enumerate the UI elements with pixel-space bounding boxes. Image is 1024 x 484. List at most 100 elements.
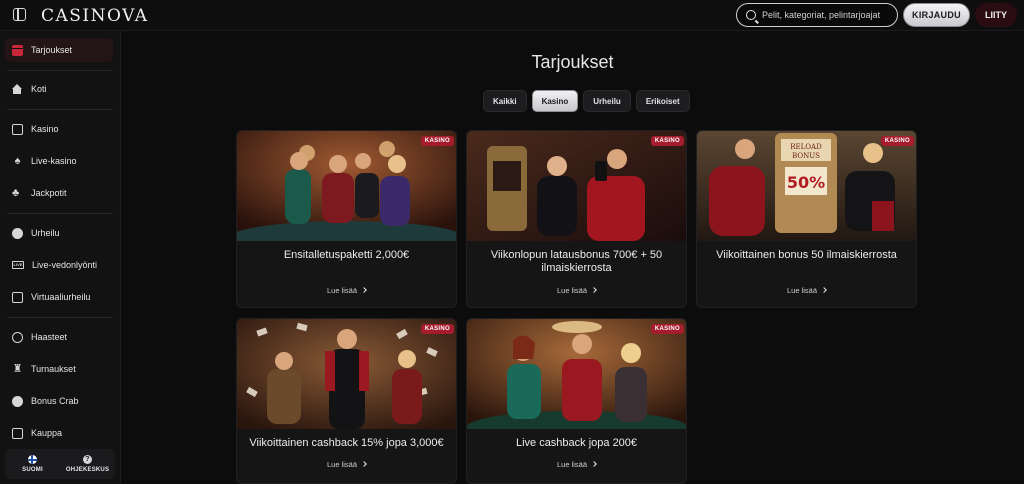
read-more-link[interactable]: Lue lisää: [467, 286, 686, 295]
sidebar-footer: SUOMI ? OHJEKESKUS: [5, 449, 115, 479]
help-icon: ?: [83, 455, 92, 464]
promo-image: RELOAD BONUS 50% KASINO: [697, 131, 916, 241]
tab-erikoiset[interactable]: Erikoiset: [635, 90, 690, 112]
promo-image: KASINO: [467, 131, 686, 241]
sidebar-item-label: Live-vedonlyönti: [32, 260, 98, 270]
sidebar-item-label: Kasino: [31, 124, 59, 134]
sidebar-item-label: Kauppa: [31, 428, 63, 438]
promo-image: KASINO: [467, 319, 686, 429]
sidebar-item-turnaukset[interactable]: ♜ Turnaukset: [5, 357, 113, 381]
sidebar-item-live-kasino[interactable]: ♠ Live-kasino: [5, 149, 113, 173]
reload-text: RELOAD: [790, 143, 822, 151]
page-title: Tarjoukset: [531, 52, 614, 72]
read-more-link[interactable]: Lue lisää: [237, 460, 456, 469]
fifty-percent-text: 50%: [787, 173, 825, 192]
read-more-label: Lue lisää: [326, 286, 358, 295]
sidebar-toggle-icon[interactable]: [13, 8, 26, 21]
slot-machine-icon: [12, 123, 23, 135]
sidebar-item-kasino[interactable]: Kasino: [5, 117, 113, 141]
read-more-label: Lue lisää: [556, 460, 588, 469]
sidebar-item-virtuaaliurheilu[interactable]: Virtuaaliurheilu: [5, 285, 113, 309]
category-badge: KASINO: [650, 324, 684, 334]
promo-image: KASINO: [237, 131, 456, 241]
sidebar-item-label: Bonus Crab: [31, 396, 79, 406]
soccer-ball-icon: [12, 227, 23, 239]
login-button[interactable]: KIRJAUDU: [903, 3, 970, 27]
chevron-right-icon: [591, 287, 597, 293]
search-icon: [746, 10, 756, 20]
category-badge: KASINO: [880, 136, 914, 146]
sidebar-item-label: Turnaukset: [31, 364, 76, 374]
finland-flag-icon: [28, 455, 37, 464]
search-box[interactable]: [736, 3, 898, 27]
join-button[interactable]: LIITY: [975, 3, 1017, 27]
virtual-sports-icon: [12, 291, 23, 303]
casinova-logo[interactable]: CASINOVA: [41, 6, 149, 26]
sidebar-item-jackpotit[interactable]: ♣ Jackpotit: [5, 181, 113, 205]
read-more-label: Lue lisää: [326, 460, 358, 469]
read-more-link[interactable]: Lue lisää: [237, 286, 456, 295]
sidebar-item-label: Haasteet: [31, 332, 68, 342]
sidebar-item-haasteet[interactable]: Haasteet: [5, 325, 113, 349]
sidebar-divider: [7, 213, 113, 214]
read-more-link[interactable]: Lue lisää: [467, 460, 686, 469]
sidebar-item-live-vedonlyonti[interactable]: LIVE Live-vedonlyönti: [5, 253, 113, 277]
clover-icon: ♣: [12, 186, 20, 199]
sidebar-item-kauppa[interactable]: Kauppa: [5, 421, 113, 445]
sidebar-item-bonus-crab[interactable]: Bonus Crab: [5, 389, 113, 413]
shop-icon: [12, 427, 23, 439]
promo-title: Ensitalletuspaketti 2,000€: [283, 249, 410, 261]
sidebar-item-label: Virtuaaliurheilu: [31, 292, 91, 302]
promo-card[interactable]: KASINO Live cashback jopa 200€ Lue lisää: [466, 318, 687, 484]
promo-title: Live cashback jopa 200€: [515, 437, 638, 449]
category-badge: KASINO: [650, 136, 684, 146]
top-header: CASINOVA KIRJAUDU LIITY: [0, 0, 1024, 31]
chevron-right-icon: [591, 461, 597, 467]
sidebar: Tarjoukset Koti Kasino ♠ Live-kasino ♣ J…: [0, 31, 121, 484]
sidebar-item-tarjoukset[interactable]: Tarjoukset: [5, 38, 113, 62]
chevron-right-icon: [361, 461, 367, 467]
chevron-right-icon: [821, 287, 827, 293]
promo-tabs: Kaikki Kasino Urheilu Erikoiset: [483, 90, 690, 112]
chevron-right-icon: [361, 287, 367, 293]
category-badge: KASINO: [420, 136, 454, 146]
sidebar-item-label: Tarjoukset: [31, 45, 73, 55]
read-more-label: Lue lisää: [786, 286, 818, 295]
help-label: OHJEKESKUS: [65, 467, 110, 473]
promo-title: Viikoittainen bonus 50 ilmaiskierrosta: [716, 249, 897, 261]
promo-image: KASINO: [237, 319, 456, 429]
language-button[interactable]: SUOMI: [5, 449, 60, 479]
promo-card[interactable]: KASINO Viikonlopun latausbonus 700€ + 50…: [466, 130, 687, 308]
language-label: SUOMI: [22, 467, 43, 473]
sidebar-item-label: Urheilu: [31, 228, 60, 238]
category-badge: KASINO: [420, 324, 454, 334]
tab-kaikki[interactable]: Kaikki: [483, 90, 527, 112]
crab-icon: [12, 395, 23, 407]
sidebar-divider: [7, 70, 113, 71]
read-more-link[interactable]: Lue lisää: [697, 286, 916, 295]
sidebar-item-koti[interactable]: Koti: [5, 77, 113, 101]
medal-icon: [12, 331, 23, 343]
home-icon: [12, 83, 23, 95]
sidebar-divider: [7, 109, 113, 110]
sidebar-divider: [7, 317, 113, 318]
bonus-text: BONUS: [792, 152, 820, 160]
promo-title: Viikonlopun latausbonus 700€ + 50 ilmais…: [490, 249, 663, 274]
sidebar-item-urheilu[interactable]: Urheilu: [5, 221, 113, 245]
sidebar-item-label: Live-kasino: [31, 156, 77, 166]
trophy-icon: ♜: [12, 362, 23, 375]
sidebar-item-label: Koti: [31, 84, 47, 94]
sidebar-item-label: Jackpotit: [31, 188, 67, 198]
tab-kasino[interactable]: Kasino: [531, 90, 579, 112]
tab-urheilu[interactable]: Urheilu: [583, 90, 631, 112]
help-center-button[interactable]: ? OHJEKESKUS: [60, 449, 115, 479]
promo-title: Viikoittainen cashback 15% jopa 3,000€: [249, 437, 444, 449]
gift-icon: [12, 44, 23, 56]
promo-card[interactable]: RELOAD BONUS 50% KASINO Viikoittainen bo…: [696, 130, 917, 308]
promo-card[interactable]: KASINO Viikoittainen cashback 15% jopa 3…: [236, 318, 457, 484]
read-more-label: Lue lisää: [556, 286, 588, 295]
live-dealer-icon: ♠: [14, 154, 21, 167]
search-input[interactable]: [762, 10, 892, 20]
promo-card[interactable]: KASINO Ensitalletuspaketti 2,000€ Lue li…: [236, 130, 457, 308]
live-betting-icon: LIVE: [12, 261, 24, 269]
